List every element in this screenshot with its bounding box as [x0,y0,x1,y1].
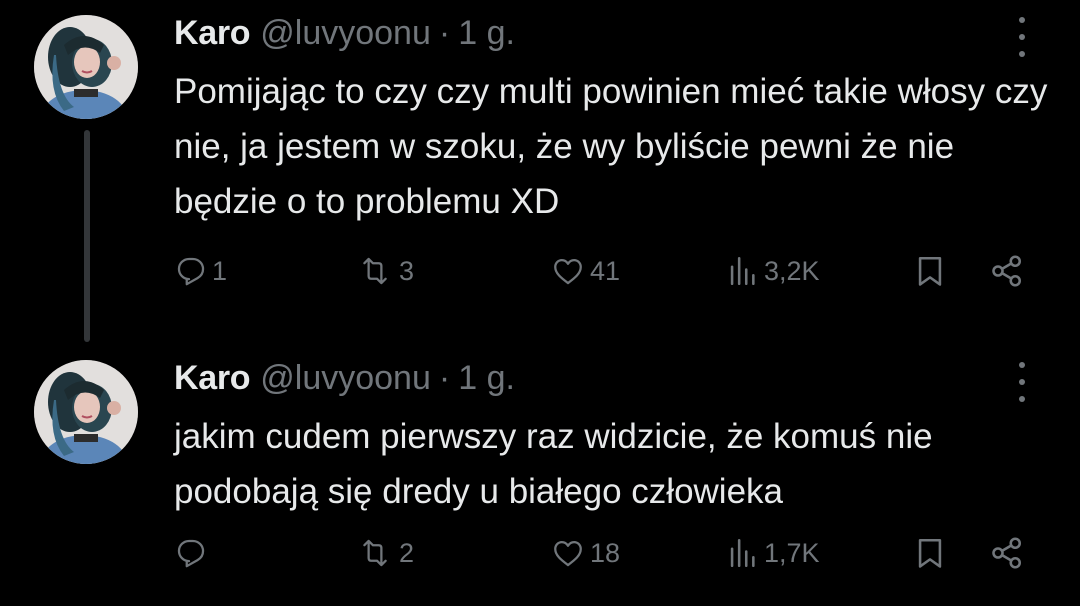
tweet-text: jakim cudem pierwszy raz widzicie, że ko… [174,417,933,511]
bookmark-icon [918,256,942,286]
share-button[interactable] [988,246,1026,296]
views-button[interactable]: 1,7K [724,528,820,578]
more-icon[interactable] [1010,362,1034,402]
heart-icon [554,540,582,567]
tweet-header: Karo @luvyoonu · 1 g. [174,10,515,56]
reply-icon [177,539,205,568]
reply-button[interactable] [174,528,212,578]
views-button[interactable]: 3,2K [724,246,820,296]
author-name[interactable]: Karo [174,14,251,53]
tweet[interactable]: Karo @luvyoonu · 1 g. jakim cudem pierws… [0,345,1080,606]
timestamp[interactable]: 1 g. [458,359,515,398]
retweet-count: 2 [399,537,415,568]
avatar[interactable] [34,15,138,119]
avatar-image [34,15,138,119]
author-handle[interactable]: @luvyoonu [260,14,431,53]
bookmark-button[interactable] [913,246,947,296]
views-count: 3,2K [764,255,820,286]
retweet-icon [363,539,387,567]
timestamp[interactable]: 1 g. [458,14,515,53]
thread-line [84,130,90,342]
more-icon[interactable] [1010,17,1034,57]
retweet-count: 3 [399,255,415,286]
reply-button[interactable]: 1 [174,246,227,296]
reply-icon [177,257,205,286]
like-button[interactable]: 41 [550,246,620,296]
heart-icon [554,258,582,285]
tweet-header: Karo @luvyoonu · 1 g. [174,355,515,401]
author-name[interactable]: Karo [174,359,251,398]
like-button[interactable]: 18 [550,528,620,578]
tweet[interactable]: Karo @luvyoonu · 1 g. Pomijając to czy c… [0,0,1080,345]
tweet-text: Pomijając to czy czy multi powinien mieć… [174,72,1048,221]
action-bar: 1 3 41 3,2K [0,246,1080,296]
action-bar: 2 18 1,7K [0,528,1080,578]
share-button[interactable] [988,528,1026,578]
views-count: 1,7K [764,537,820,568]
reply-count: 1 [212,255,228,286]
retweet-button[interactable]: 3 [355,246,414,296]
retweet-button[interactable]: 2 [355,528,414,578]
like-count: 18 [590,537,621,568]
views-icon [730,538,755,568]
bookmark-icon [918,538,942,568]
avatar-image [34,360,138,464]
bookmark-button[interactable] [913,528,947,578]
separator: · [438,358,451,397]
views-icon [730,256,755,286]
share-icon [992,537,1022,569]
separator: · [438,13,451,52]
share-icon [992,255,1022,287]
retweet-icon [363,257,387,285]
avatar[interactable] [34,360,138,464]
author-handle[interactable]: @luvyoonu [260,359,431,398]
like-count: 41 [590,255,621,286]
